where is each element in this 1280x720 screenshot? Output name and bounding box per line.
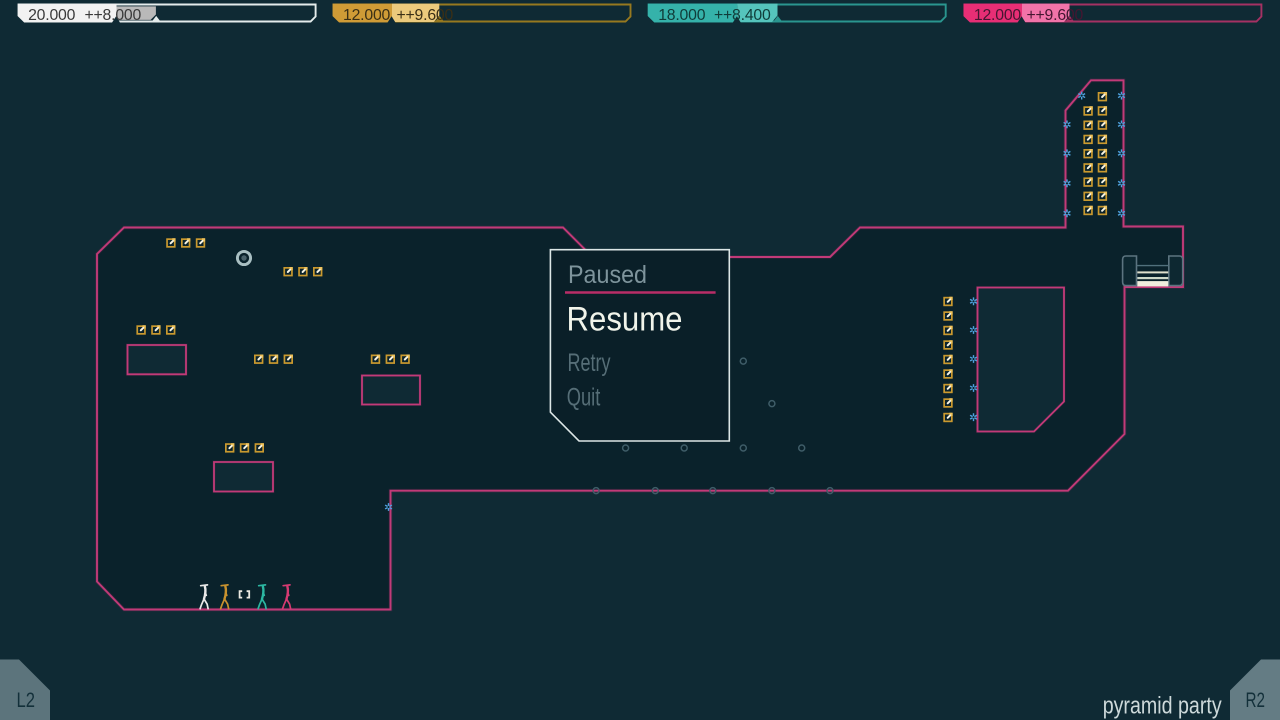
- svg-text:pyramid party: pyramid party: [1103, 693, 1223, 720]
- svg-text:Paused: Paused: [568, 261, 647, 289]
- svg-text:Retry: Retry: [568, 349, 611, 377]
- svg-text:++8.400: ++8.400: [714, 7, 771, 24]
- svg-text:L2: L2: [17, 688, 36, 712]
- svg-text:++9.600: ++9.600: [1027, 7, 1084, 24]
- svg-text:R2: R2: [1246, 688, 1266, 712]
- svg-text:++8.000: ++8.000: [85, 7, 142, 24]
- svg-text:20.000: 20.000: [28, 7, 76, 24]
- svg-text:Quit: Quit: [567, 383, 601, 411]
- svg-text:18.000: 18.000: [658, 7, 706, 24]
- svg-text:Resume: Resume: [567, 300, 683, 338]
- svg-text:12.000: 12.000: [974, 7, 1022, 24]
- svg-text:12.000: 12.000: [343, 7, 391, 24]
- svg-text:++9.600: ++9.600: [397, 7, 454, 24]
